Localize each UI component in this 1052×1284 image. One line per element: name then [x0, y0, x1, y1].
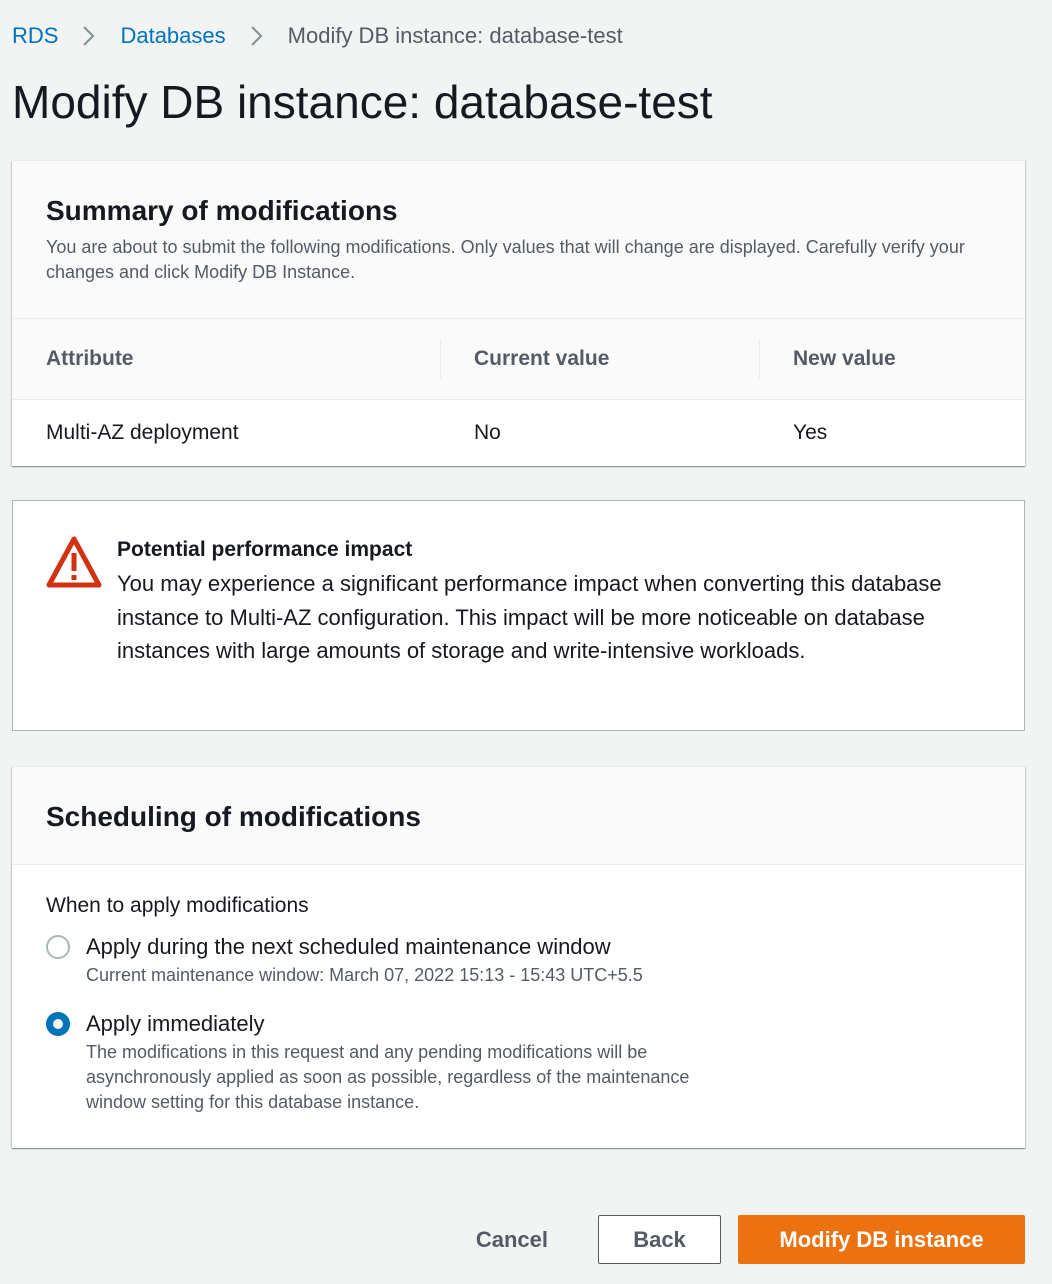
- summary-panel: Summary of modifications You are about t…: [12, 160, 1025, 466]
- scheduling-heading: Scheduling of modifications: [46, 801, 421, 832]
- cell-current-value: No: [474, 421, 501, 444]
- radio-button-unchecked[interactable]: [46, 935, 70, 959]
- table-row: Multi-AZ deployment No Yes: [12, 400, 1025, 467]
- warning-text: You may experience a significant perform…: [117, 571, 942, 663]
- summary-header: Summary of modifications You are about t…: [12, 161, 1025, 319]
- summary-heading: Summary of modifications: [46, 195, 398, 226]
- warning-title: Potential performance impact: [117, 538, 413, 561]
- form-actions: Cancel Back Modify DB instance: [450, 1215, 1025, 1264]
- radio-label: Apply during the next scheduled maintena…: [86, 934, 611, 959]
- scheduling-panel: Scheduling of modifications When to appl…: [12, 766, 1025, 1148]
- cell-attribute: Multi-AZ deployment: [46, 421, 239, 444]
- radio-description: Current maintenance window: March 07, 20…: [86, 965, 643, 985]
- cell-new-value: Yes: [793, 421, 828, 444]
- breadcrumb-current: Modify DB instance: database-test: [287, 23, 623, 48]
- chevron-right-icon: [58, 25, 120, 47]
- radio-label: Apply immediately: [86, 1011, 265, 1036]
- modify-db-instance-button[interactable]: Modify DB instance: [738, 1215, 1025, 1264]
- breadcrumb: RDS Databases Modify DB instance: databa…: [12, 20, 623, 52]
- radio-option-maintenance-window[interactable]: Apply during the next scheduled maintena…: [46, 933, 991, 988]
- radio-option-apply-immediately[interactable]: Apply immediately The modifications in t…: [46, 1010, 991, 1115]
- breadcrumb-link-databases[interactable]: Databases: [120, 23, 225, 49]
- warning-triangle-icon: [45, 535, 103, 589]
- column-header-current-value: Current value: [440, 319, 759, 400]
- column-header-attribute: Attribute: [12, 319, 440, 400]
- page-title: Modify DB instance: database-test: [12, 76, 713, 128]
- table-header-row: Attribute Current value New value: [12, 319, 1025, 400]
- summary-table: Attribute Current value New value Multi-…: [12, 319, 1025, 466]
- radio-button-checked[interactable]: [46, 1012, 70, 1036]
- cancel-button[interactable]: Cancel: [450, 1215, 574, 1264]
- back-button[interactable]: Back: [598, 1215, 721, 1264]
- chevron-right-icon: [226, 25, 288, 47]
- warning-alert: Potential performance impact You may exp…: [12, 500, 1025, 731]
- summary-description: You are about to submit the following mo…: [46, 237, 965, 282]
- radio-description: The modifications in this request and an…: [86, 1042, 690, 1112]
- scheduling-header: Scheduling of modifications: [12, 767, 1025, 865]
- breadcrumb-link-rds[interactable]: RDS: [12, 23, 58, 49]
- scheduling-body: When to apply modifications Apply during…: [12, 865, 1025, 1115]
- apply-field-label: When to apply modifications: [46, 894, 309, 917]
- column-divider: [440, 339, 441, 379]
- column-header-new-value: New value: [759, 319, 1025, 400]
- column-divider: [759, 339, 760, 379]
